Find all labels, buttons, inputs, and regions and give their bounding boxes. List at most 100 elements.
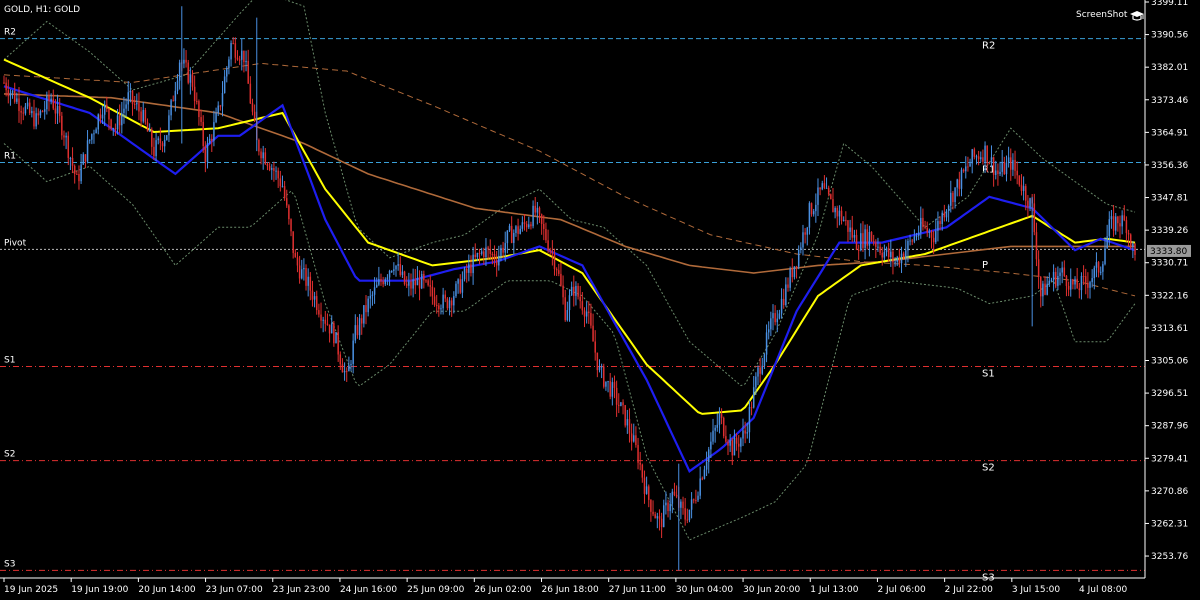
candle-body[interactable] bbox=[701, 478, 704, 480]
candle-body[interactable] bbox=[367, 298, 369, 313]
candle-body[interactable] bbox=[977, 156, 980, 160]
candle-body[interactable] bbox=[793, 266, 796, 278]
candle-body[interactable] bbox=[476, 252, 479, 257]
candle-body[interactable] bbox=[431, 286, 434, 297]
candle-body[interactable] bbox=[802, 232, 804, 248]
candle-body[interactable] bbox=[943, 212, 946, 218]
candle-body[interactable] bbox=[33, 111, 35, 127]
candle-body[interactable] bbox=[393, 269, 395, 271]
candle-body[interactable] bbox=[470, 264, 472, 274]
candle-body[interactable] bbox=[613, 382, 616, 388]
candle-body[interactable] bbox=[495, 260, 498, 266]
candle-body[interactable] bbox=[1108, 219, 1111, 237]
candle-body[interactable] bbox=[774, 313, 776, 323]
candle-body[interactable] bbox=[28, 102, 31, 114]
candle-body[interactable] bbox=[881, 252, 883, 258]
candle-body[interactable] bbox=[226, 67, 228, 77]
candle-body[interactable] bbox=[483, 251, 485, 258]
candle-body[interactable] bbox=[35, 113, 37, 127]
candle-body[interactable] bbox=[879, 246, 881, 253]
candle-body[interactable] bbox=[453, 296, 455, 306]
candle-body[interactable] bbox=[198, 101, 200, 118]
candle-body[interactable] bbox=[742, 430, 744, 439]
candle-body[interactable] bbox=[1106, 236, 1108, 249]
candle-body[interactable] bbox=[975, 156, 978, 158]
candle-body[interactable] bbox=[932, 237, 935, 243]
candle-body[interactable] bbox=[271, 167, 273, 170]
candle-body[interactable] bbox=[472, 254, 474, 274]
candle-body[interactable] bbox=[300, 269, 303, 279]
candle-body[interactable] bbox=[56, 105, 59, 114]
candle-body[interactable] bbox=[106, 104, 108, 109]
candle-body[interactable] bbox=[997, 170, 999, 175]
candle-body[interactable] bbox=[1022, 186, 1025, 191]
candle-body[interactable] bbox=[219, 105, 222, 107]
candle-body[interactable] bbox=[883, 252, 886, 258]
candle-body[interactable] bbox=[20, 111, 22, 113]
candle-body[interactable] bbox=[804, 232, 806, 235]
candle-body[interactable] bbox=[692, 499, 695, 501]
candle-body[interactable] bbox=[1087, 282, 1089, 288]
candle-body[interactable] bbox=[24, 106, 27, 114]
candle-body[interactable] bbox=[193, 86, 196, 102]
candle-body[interactable] bbox=[65, 135, 67, 138]
candle-body[interactable] bbox=[320, 314, 322, 321]
candle-body[interactable] bbox=[915, 236, 918, 238]
candle-body[interactable] bbox=[322, 319, 324, 321]
candle-body[interactable] bbox=[172, 100, 174, 102]
candle-body[interactable] bbox=[1029, 198, 1031, 208]
candle-body[interactable] bbox=[553, 253, 556, 270]
candle-body[interactable] bbox=[995, 170, 997, 175]
candle-body[interactable] bbox=[583, 310, 586, 317]
candle-body[interactable] bbox=[211, 138, 213, 141]
candle-body[interactable] bbox=[1117, 216, 1119, 224]
candle-body[interactable] bbox=[352, 340, 354, 364]
candle-body[interactable] bbox=[722, 417, 725, 437]
candle-body[interactable] bbox=[67, 135, 70, 158]
candle-body[interactable] bbox=[208, 138, 211, 144]
candle-body[interactable] bbox=[652, 511, 654, 515]
candle-body[interactable] bbox=[628, 419, 631, 434]
candle-body[interactable] bbox=[369, 295, 372, 299]
candle-body[interactable] bbox=[894, 261, 896, 263]
candle-body[interactable] bbox=[88, 139, 91, 141]
candle-body[interactable] bbox=[639, 462, 641, 465]
candle-body[interactable] bbox=[13, 90, 16, 102]
candle-body[interactable] bbox=[266, 163, 269, 167]
candle-body[interactable] bbox=[718, 414, 721, 425]
candle-body[interactable] bbox=[326, 323, 329, 325]
candle-body[interactable] bbox=[517, 226, 519, 234]
candle-body[interactable] bbox=[58, 105, 61, 116]
candle-body[interactable] bbox=[1025, 186, 1027, 201]
candle-body[interactable] bbox=[71, 157, 74, 166]
candle-body[interactable] bbox=[444, 294, 447, 299]
candle-body[interactable] bbox=[168, 115, 170, 136]
candle-body[interactable] bbox=[817, 187, 819, 205]
candle-body[interactable] bbox=[371, 294, 374, 296]
candle-body[interactable] bbox=[131, 90, 134, 104]
candle-body[interactable] bbox=[73, 165, 76, 174]
candle-body[interactable] bbox=[435, 304, 438, 306]
candle-body[interactable] bbox=[155, 140, 157, 157]
candle-body[interactable] bbox=[223, 76, 226, 94]
candle-body[interactable] bbox=[1089, 282, 1091, 288]
candle-body[interactable] bbox=[697, 495, 699, 501]
candle-body[interactable] bbox=[363, 305, 365, 324]
candle-body[interactable] bbox=[206, 143, 209, 163]
candle-body[interactable] bbox=[1003, 161, 1006, 175]
candle-body[interactable] bbox=[446, 298, 449, 309]
candle-body[interactable] bbox=[838, 210, 841, 217]
candle-body[interactable] bbox=[812, 211, 815, 215]
candle-body[interactable] bbox=[654, 514, 656, 519]
candle-body[interactable] bbox=[298, 265, 301, 279]
candle-body[interactable] bbox=[755, 376, 757, 388]
candle-body[interactable] bbox=[277, 170, 279, 179]
candle-body[interactable] bbox=[973, 149, 976, 157]
candle-body[interactable] bbox=[286, 198, 288, 206]
candle-body[interactable] bbox=[656, 516, 659, 519]
candle-body[interactable] bbox=[273, 167, 275, 171]
candle-body[interactable] bbox=[954, 187, 956, 203]
candle-body[interactable] bbox=[373, 287, 376, 295]
candle-body[interactable] bbox=[710, 441, 712, 450]
candle-body[interactable] bbox=[429, 285, 432, 287]
